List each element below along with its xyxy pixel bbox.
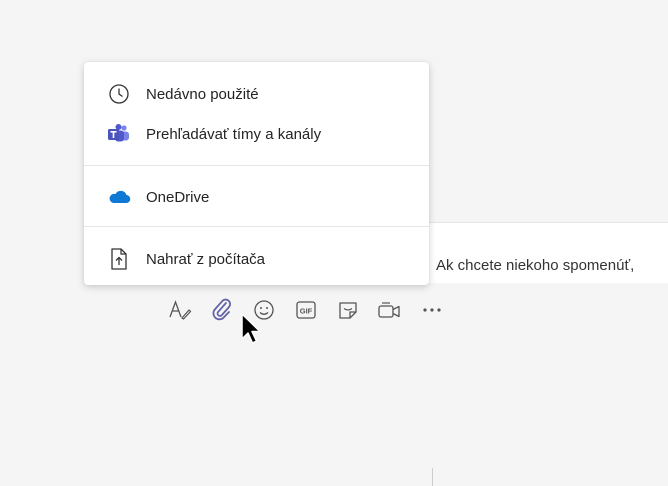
menu-item-onedrive[interactable]: OneDrive [84,177,429,217]
gif-icon: GIF [296,301,316,319]
sticker-button[interactable] [334,296,362,324]
menu-divider [84,226,429,227]
menu-item-label: Nahrať z počítača [146,250,266,268]
menu-item-label: Prehľadávať tímy a kanály [146,125,322,143]
emoji-icon [254,300,274,320]
compose-placeholder[interactable]: Ak chcete niekoho spomenúť, [436,257,634,274]
app-canvas: Ak chcete niekoho spomenúť, GIF Nedávno … [0,0,668,486]
onedrive-cloud-icon [106,184,132,210]
gif-button[interactable]: GIF [292,296,320,324]
attach-icon [212,298,231,321]
format-button[interactable] [166,296,194,324]
compose-box[interactable]: Ak chcete niekoho spomenúť, [420,222,668,486]
compose-edge [432,468,433,486]
more-options-icon [423,308,441,312]
sticker-icon [339,302,357,319]
meet-now-button[interactable] [376,296,404,324]
gif-label: GIF [300,307,313,316]
format-icon [169,300,192,320]
more-options-button[interactable] [418,296,446,324]
meet-now-icon [378,302,400,318]
emoji-button[interactable] [250,296,278,324]
menu-item-recent[interactable]: Nedávno použité [84,74,429,114]
menu-item-upload-from-computer[interactable]: Nahrať z počítača [84,239,429,279]
clock-icon [106,81,132,107]
compose-toolbar: GIF [166,295,446,325]
menu-divider [84,165,429,166]
menu-item-browse-teams[interactable]: Prehľadávať tímy a kanály [84,114,429,154]
teams-icon [106,121,132,147]
attach-button[interactable] [208,296,236,324]
attach-menu: Nedávno použité Prehľadávať tímy a kanál… [84,62,429,285]
upload-file-icon [106,246,132,272]
menu-item-label: Nedávno použité [146,85,259,103]
menu-item-label: OneDrive [146,188,210,206]
